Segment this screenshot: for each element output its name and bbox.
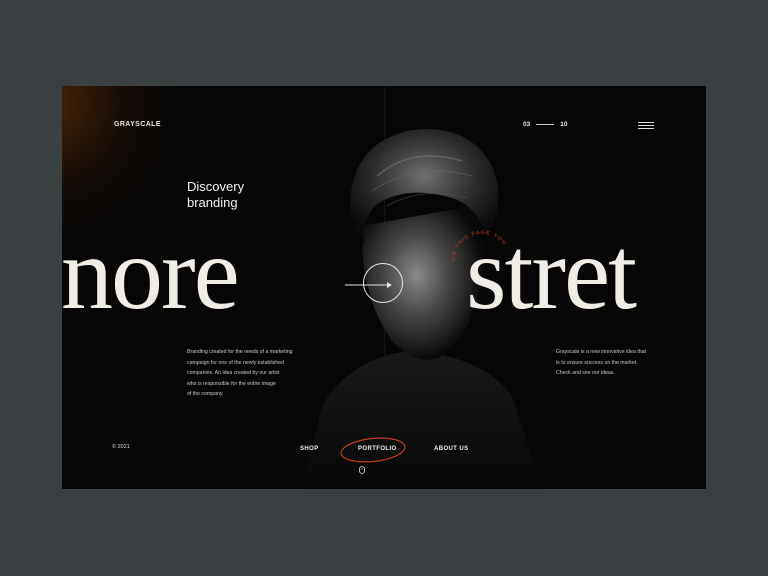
description-right: Grayscale is a new innovative idea that … xyxy=(556,347,668,379)
description-left-line: campaign for one of the newly establishe… xyxy=(187,359,284,366)
slide-current: 03 xyxy=(523,121,531,128)
headline-line-1: Discovery xyxy=(187,179,245,194)
ring-text: ON THIS PAGE YOU xyxy=(451,230,506,261)
description-left-line: of the company. xyxy=(187,391,224,397)
svg-text:ON THIS PAGE YOU: ON THIS PAGE YOU xyxy=(451,230,508,261)
description-right-line: is to ensure success on the market. xyxy=(556,359,638,366)
mouse-scroll-icon[interactable] xyxy=(359,466,365,474)
counter-divider xyxy=(536,124,555,125)
arrow-right-icon xyxy=(345,282,392,288)
description-left-line: companies. An idea created by our artist xyxy=(187,370,280,376)
description-left-line: who is responsible for the entire image xyxy=(187,380,276,387)
nav-link-shop[interactable]: SHOP xyxy=(300,446,319,452)
rotating-text-badge: ON THIS PAGE YOU xyxy=(451,230,508,261)
description-left: Branding created for the needs of a mark… xyxy=(187,347,317,400)
brand-logo[interactable]: GRAYSCALE xyxy=(114,121,161,128)
big-word-left: nore xyxy=(62,216,240,331)
hamburger-icon[interactable] xyxy=(638,122,654,129)
slide-total: 10 xyxy=(560,121,568,128)
description-right-line: Check and see our ideas. xyxy=(556,370,615,376)
description-left-line: Branding created for the needs of a mark… xyxy=(187,349,293,355)
nav-link-portfolio[interactable]: PORTFOLIO xyxy=(358,446,397,452)
hero-headline: Discovery branding xyxy=(187,179,244,211)
nav-link-about[interactable]: ABOUT US xyxy=(434,446,469,452)
headline-line-2: branding xyxy=(187,195,238,210)
ambient-glow xyxy=(62,86,172,236)
copyright-text: © 2021 xyxy=(112,444,130,450)
description-right-line: Grayscale is a new innovative idea that xyxy=(556,349,646,355)
slide-counter: 03 10 xyxy=(523,121,567,128)
hero-frame: GRAYSCALE 03 10 Discovery branding nore … xyxy=(62,86,706,489)
